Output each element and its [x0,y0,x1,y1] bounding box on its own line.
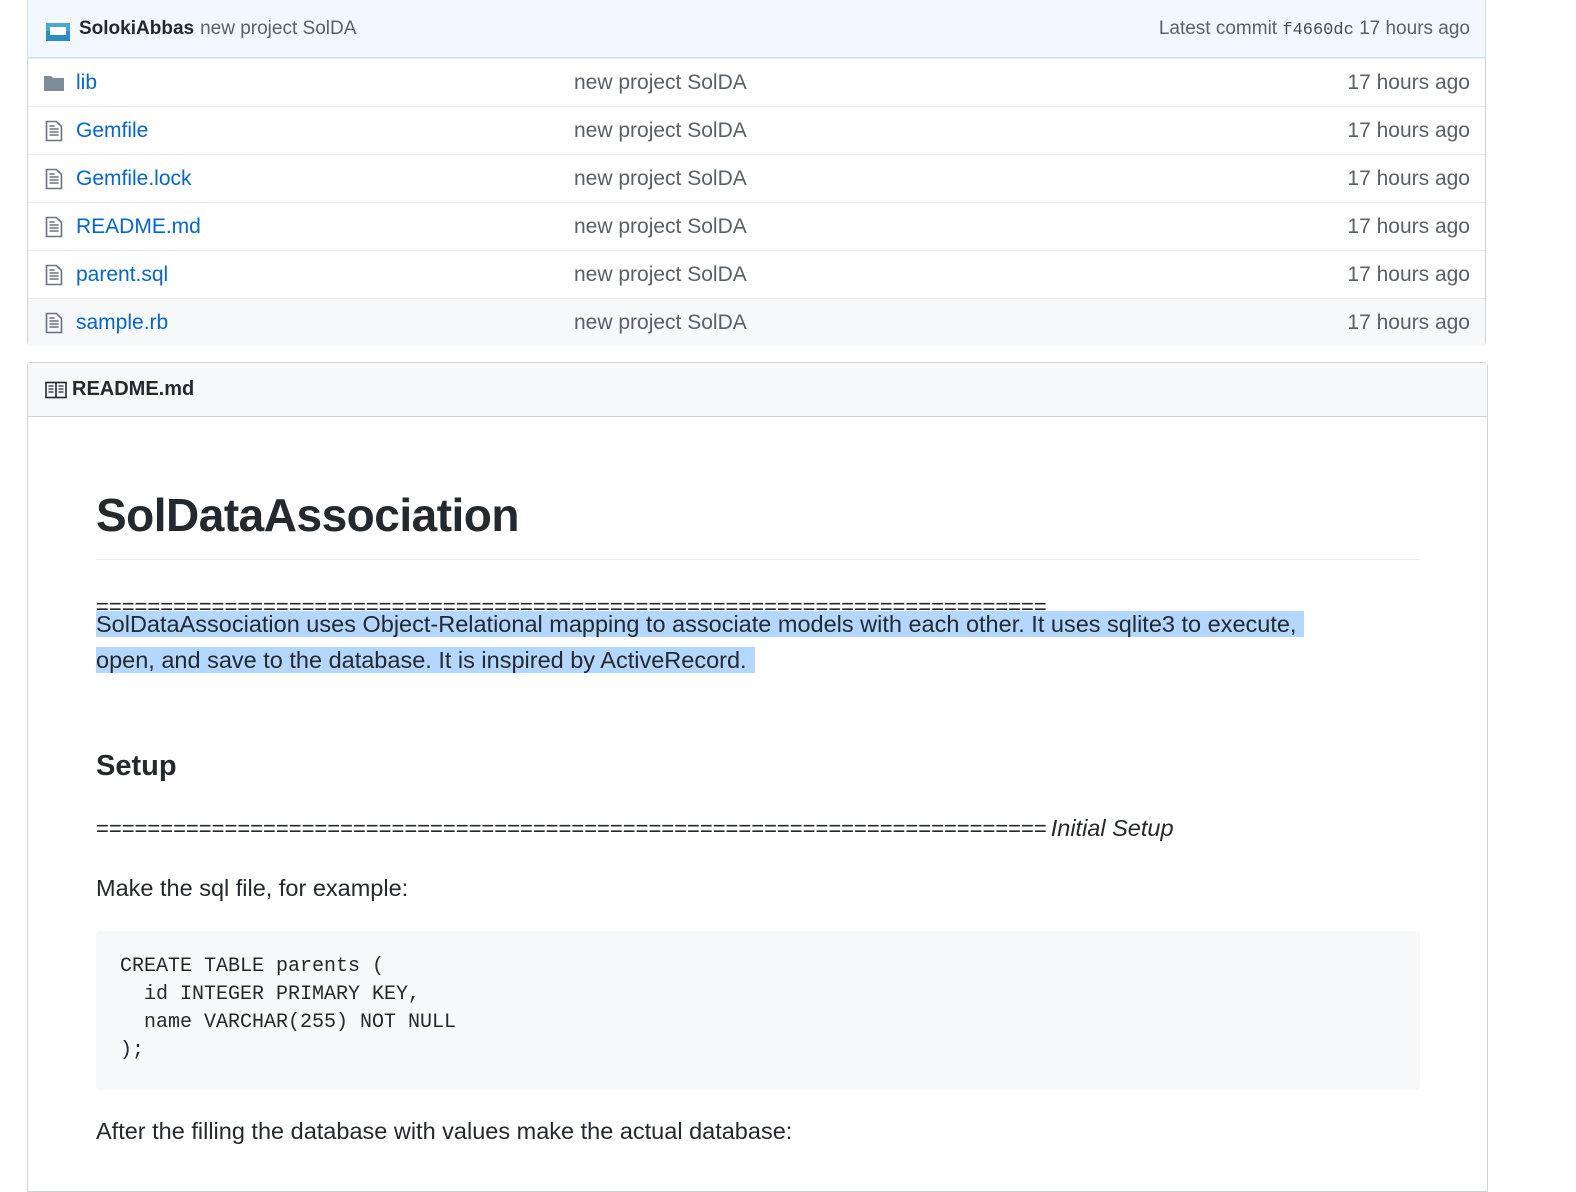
file-text-icon [28,120,76,142]
commit-author[interactable]: SolokiAbbas [79,18,194,40]
file-row: Gemfile new project SolDA 17 hours ago [28,106,1485,154]
intro-paragraph: SolDataAssociation uses Object-Relationa… [96,607,1305,678]
file-text-icon [28,312,76,334]
readme-title: SolDataAssociation [96,485,1420,560]
folder-icon [28,74,76,92]
avatar[interactable] [45,18,71,44]
file-age: 17 hours ago [1347,214,1470,238]
file-row: README.md new project SolDA 17 hours ago [28,202,1485,250]
latest-commit-label: Latest commit [1158,17,1278,39]
setup-heading: Setup [96,750,177,782]
file-commit-message[interactable]: new project SolDA [574,215,1347,239]
intro-line-1: SolDataAssociation uses Object-Relationa… [96,611,1305,637]
file-name-link[interactable]: sample.rb [76,311,574,335]
file-commit-message[interactable]: new project SolDA [574,263,1347,287]
file-age: 17 hours ago [1347,70,1470,94]
commit-sha[interactable]: f4660dc [1282,21,1353,40]
file-navigation: SolokiAbbas new project SolDA Latest com… [27,0,1486,346]
file-name-link[interactable]: README.md [76,215,574,239]
file-row: sample.rb new project SolDA 17 hours ago [28,298,1485,346]
file-name-link[interactable]: Gemfile [76,119,574,143]
file-text-icon [28,216,76,238]
make-sql-text: Make the sql file, for example: [96,875,409,901]
file-commit-message[interactable]: new project SolDA [574,119,1347,143]
file-text-icon [28,264,76,286]
code-block: CREATE TABLE parents ( id INTEGER PRIMAR… [96,931,1420,1090]
file-commit-message[interactable]: new project SolDA [574,71,1347,95]
file-row: lib new project SolDA 17 hours ago [28,58,1485,106]
latest-commit-info: Latest commit f4660dc 17 hours ago [1159,18,1470,40]
file-commit-message[interactable]: new project SolDA [574,311,1347,335]
file-commit-message[interactable]: new project SolDA [574,167,1347,191]
book-icon [45,381,67,399]
setup-rule: ========================================… [96,815,1174,842]
file-row: parent.sql new project SolDA 17 hours ag… [28,250,1485,298]
file-name-link[interactable]: lib [76,71,574,95]
file-age: 17 hours ago [1347,310,1470,334]
file-text-icon [28,168,76,190]
file-age: 17 hours ago [1347,166,1470,190]
file-age: 17 hours ago [1347,262,1470,286]
readme-filename[interactable]: README.md [72,378,194,401]
rule-text: ========================================… [96,816,1047,841]
commit-message[interactable]: new project SolDA [200,18,356,40]
intro-line-2: open, and save to the database. It is in… [96,646,755,673]
readme-panel: README.md SolDataAssociation ===========… [27,362,1488,1192]
file-name-link[interactable]: Gemfile.lock [76,167,574,191]
after-text: After the filling the database with valu… [96,1118,793,1144]
file-row: Gemfile.lock new project SolDA 17 hours … [28,154,1485,202]
initial-setup-label: Initial Setup [1050,815,1174,841]
latest-commit-bar: SolokiAbbas new project SolDA Latest com… [27,0,1486,58]
readme-header: README.md [28,363,1487,417]
file-age: 17 hours ago [1347,118,1470,142]
file-name-link[interactable]: parent.sql [76,263,574,287]
commit-age: 17 hours ago [1359,17,1470,39]
